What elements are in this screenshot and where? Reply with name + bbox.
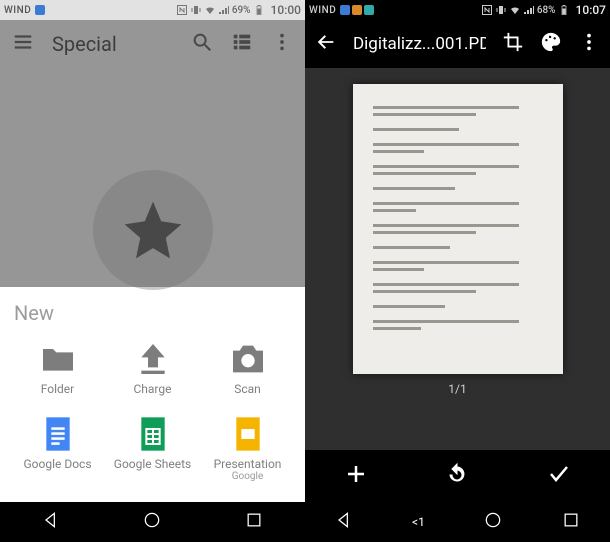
folder-icon xyxy=(35,339,81,379)
new-folder-button[interactable]: Folder xyxy=(12,333,103,402)
status-icons: 69% 10:00 xyxy=(45,3,301,17)
nav-back-icon[interactable] xyxy=(334,510,354,534)
confirm-button[interactable] xyxy=(547,462,571,490)
left-screen: WIND 69% 10:00 Special xyxy=(0,0,305,542)
new-sheet: New Folder Charge Scan Google Docs xyxy=(0,287,305,502)
status-dot-icon xyxy=(364,5,374,15)
signal-icon xyxy=(523,4,535,16)
nav-home-icon[interactable] xyxy=(142,510,162,534)
nav-recent-icon[interactable] xyxy=(244,510,264,534)
carrier-label: WIND xyxy=(309,5,336,16)
docs-icon xyxy=(35,414,81,454)
drive-main-area: Special xyxy=(0,20,305,287)
upload-icon xyxy=(130,339,176,379)
battery-icon xyxy=(558,4,570,16)
battery-icon xyxy=(253,4,265,16)
document-title: Digitalizz...001.PDF xyxy=(353,34,486,54)
retake-button[interactable] xyxy=(445,462,469,490)
google-docs-button[interactable]: Google Docs xyxy=(12,408,103,488)
crop-icon[interactable] xyxy=(502,31,524,57)
status-icons: 68% 10:07 xyxy=(374,3,606,17)
sheets-icon xyxy=(130,414,176,454)
nfc-icon xyxy=(481,4,493,16)
carrier-label: WIND xyxy=(4,5,31,16)
status-dot-icon xyxy=(35,5,45,15)
right-screen: WIND 68% 10:07 Digitalizz...001.PDF xyxy=(305,0,610,542)
nav-home-icon[interactable] xyxy=(483,510,503,534)
palette-icon[interactable] xyxy=(540,31,562,57)
nfc-icon xyxy=(176,4,188,16)
status-dot-icon xyxy=(352,5,362,15)
clock: 10:00 xyxy=(271,3,301,17)
battery-percent: 68% xyxy=(537,5,556,16)
battery-percent: 69% xyxy=(232,5,251,16)
signal-icon xyxy=(218,4,230,16)
status-bar: WIND 68% 10:07 xyxy=(305,0,610,20)
scanned-page xyxy=(353,84,563,374)
document-preview-area[interactable]: 1/1 xyxy=(305,68,610,450)
slides-icon xyxy=(225,414,271,454)
scan-button[interactable]: Scan xyxy=(202,333,293,402)
vibrate-icon xyxy=(495,4,507,16)
add-page-button[interactable] xyxy=(344,462,368,490)
camera-icon xyxy=(225,339,271,379)
nav-bar xyxy=(0,502,305,542)
status-dot-icon xyxy=(340,5,350,15)
status-bar: WIND 69% 10:00 xyxy=(0,0,305,20)
scan-toolbar: Digitalizz...001.PDF xyxy=(305,20,610,68)
scan-action-bar xyxy=(305,450,610,502)
vibrate-icon xyxy=(190,4,202,16)
nav-recent-icon[interactable] xyxy=(561,510,581,534)
wifi-icon xyxy=(204,4,216,16)
wifi-icon xyxy=(509,4,521,16)
scrim-overlay[interactable] xyxy=(0,20,305,287)
nav-bar: <1 xyxy=(305,502,610,542)
google-sheets-button[interactable]: Google Sheets xyxy=(107,408,198,488)
sheet-title: New xyxy=(14,301,291,325)
google-slides-button[interactable]: Presentation Google xyxy=(202,408,293,488)
upload-button[interactable]: Charge xyxy=(107,333,198,402)
back-icon[interactable] xyxy=(315,31,337,57)
nav-back-text: <1 xyxy=(412,515,425,529)
clock: 10:07 xyxy=(576,3,606,17)
nav-back-icon[interactable] xyxy=(41,510,61,534)
page-indicator: 1/1 xyxy=(448,382,466,396)
overflow-icon[interactable] xyxy=(578,31,600,57)
